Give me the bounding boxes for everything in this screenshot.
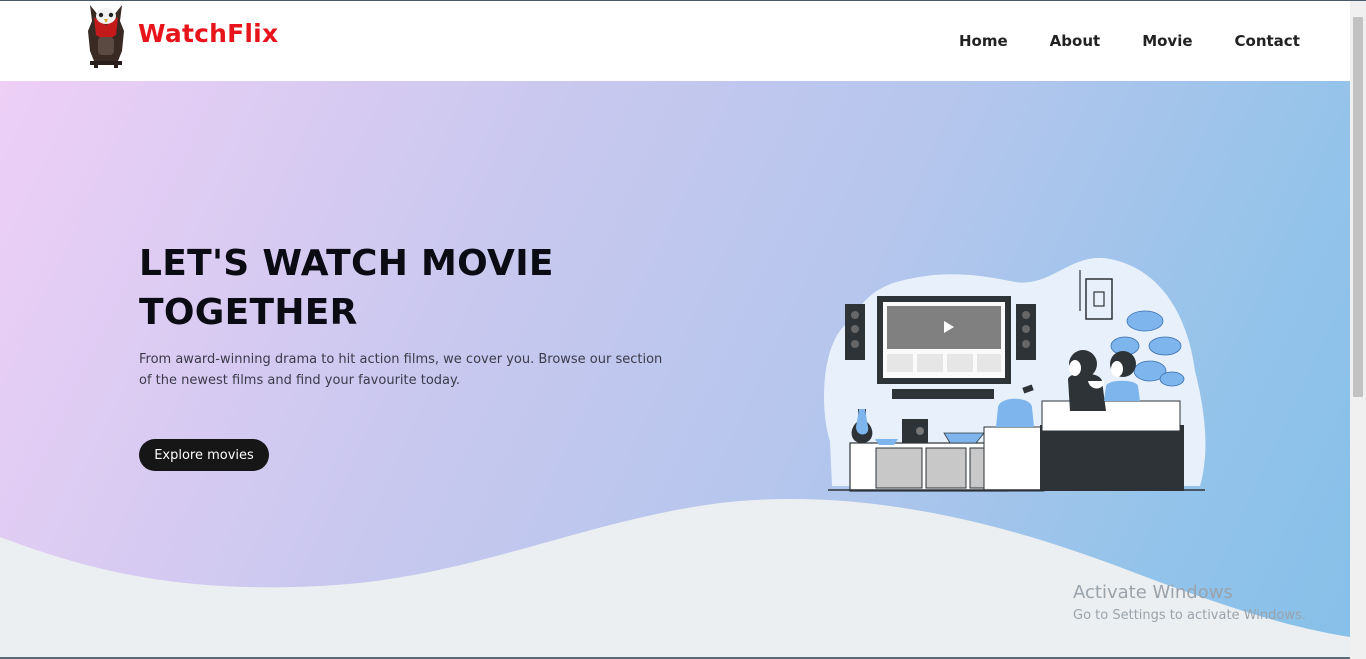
watermark-title: Activate Windows <box>1073 582 1233 603</box>
owl-logo-icon <box>88 5 124 68</box>
nav-link-home[interactable]: Home <box>959 32 1008 50</box>
activate-windows-watermark: Activate Windows Go to Settings to activ… <box>1073 582 1306 626</box>
hero-description: From award-winning drama to hit action f… <box>139 352 663 388</box>
explore-movies-button[interactable]: Explore movies <box>139 439 269 471</box>
nav-link-contact[interactable]: Contact <box>1235 32 1300 50</box>
watermark-subtitle: Go to Settings to activate Windows. <box>1073 608 1306 623</box>
hero-section: LET'S WATCH MOVIE TOGETHER From award-wi… <box>0 81 1350 659</box>
main-nav: Home About Movie Contact <box>959 32 1300 50</box>
navbar: WatchFlix Home About Movie Contact <box>0 1 1350 81</box>
couple-watching-tv-illustration-icon <box>824 257 1206 492</box>
brand[interactable]: WatchFlix <box>84 1 278 69</box>
nav-link-about[interactable]: About <box>1050 32 1101 50</box>
vertical-scrollbar[interactable] <box>1350 1 1366 659</box>
scrollbar-thumb[interactable] <box>1353 17 1363 397</box>
hero-title: LET'S WATCH MOVIE TOGETHER <box>139 243 554 333</box>
nav-link-movie[interactable]: Movie <box>1142 32 1192 50</box>
brand-name: WatchFlix <box>138 18 279 48</box>
